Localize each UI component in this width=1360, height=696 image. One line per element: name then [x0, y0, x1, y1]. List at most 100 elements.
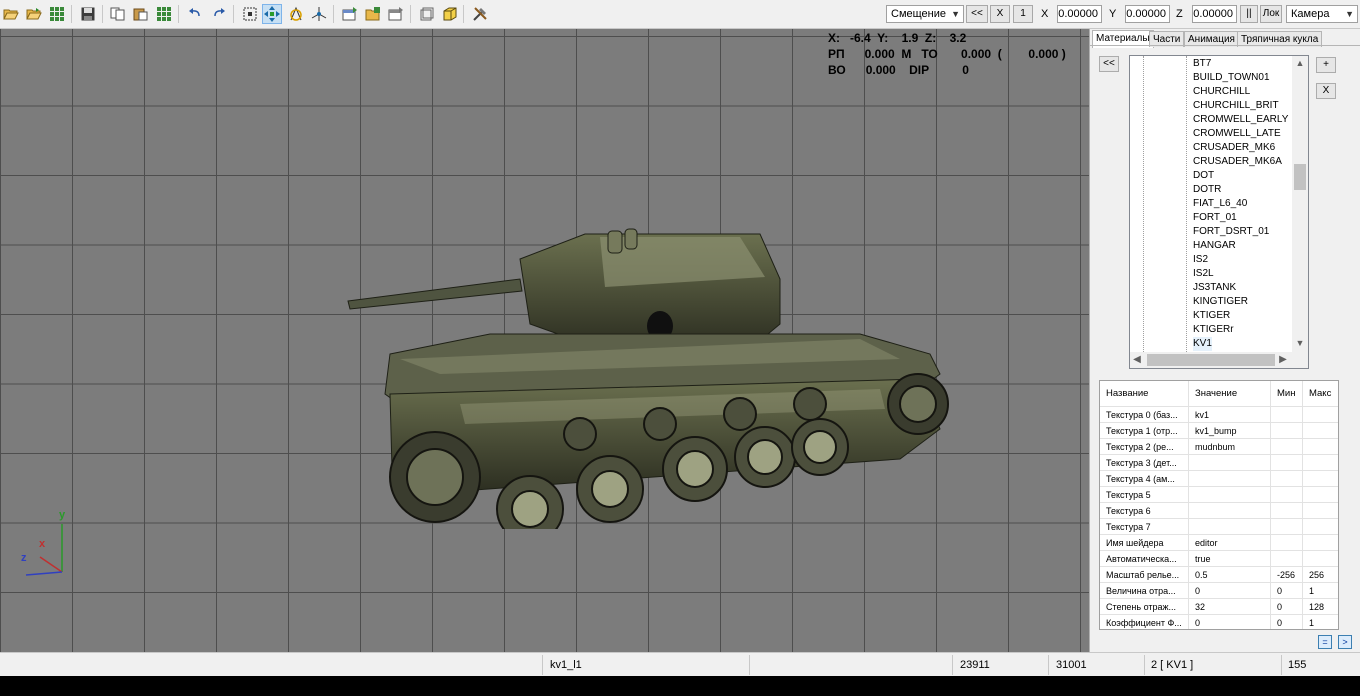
property-row[interactable]: Текстура 5 — [1100, 487, 1338, 503]
tree-item[interactable]: KINGTIGER — [1193, 295, 1248, 309]
property-row[interactable]: Текстура 6 — [1100, 503, 1338, 519]
chevron-left-icon[interactable]: ◀ — [1130, 352, 1144, 368]
tree-item[interactable]: CHURCHILL_BRIT — [1193, 99, 1279, 113]
property-value[interactable]: mudnbum — [1189, 439, 1271, 455]
property-row[interactable]: Текстура 4 (ам... — [1100, 471, 1338, 487]
tree-vertical-scrollbar[interactable]: ▲ ▼ — [1292, 56, 1308, 352]
grid-select-icon[interactable] — [154, 4, 174, 24]
property-row[interactable]: Текстура 2 (ре... mudnbum — [1100, 439, 1338, 455]
select-icon[interactable] — [240, 4, 260, 24]
tree-item[interactable]: CRUSADER_MK6A — [1193, 155, 1282, 169]
property-value[interactable]: true — [1189, 551, 1271, 567]
copy-icon[interactable] — [108, 4, 128, 24]
property-value[interactable]: 0 — [1189, 583, 1271, 599]
property-value[interactable]: editor — [1189, 535, 1271, 551]
property-row[interactable]: Имя шейдера editor — [1100, 535, 1338, 551]
rotate-icon[interactable] — [286, 4, 306, 24]
tree-item[interactable]: IS2L — [1193, 267, 1214, 281]
y-axis-label: y — [59, 509, 66, 521]
property-max: 1 — [1303, 615, 1338, 629]
collapse-button[interactable]: << — [1099, 56, 1119, 72]
mode-select[interactable]: Смещение ▼ — [886, 5, 964, 23]
property-row[interactable]: Степень отраж... 32 0 128 — [1100, 599, 1338, 615]
tree-item[interactable]: HANGAR — [1193, 239, 1236, 253]
property-value[interactable] — [1189, 471, 1271, 487]
scroll-thumb[interactable] — [1147, 354, 1275, 366]
chevron-up-icon[interactable]: ▲ — [1292, 56, 1308, 70]
camera-select[interactable]: Камера ▼ — [1286, 5, 1358, 23]
redo-icon[interactable] — [209, 4, 229, 24]
property-row[interactable]: Масштаб релье... 0.5 -256 256 — [1100, 567, 1338, 583]
tree-horizontal-scrollbar[interactable]: ◀ ▶ — [1130, 352, 1308, 368]
lock-button[interactable]: Лок — [1260, 5, 1282, 23]
property-max — [1303, 407, 1338, 423]
property-row[interactable]: Величина отра... 0 0 1 — [1100, 583, 1338, 599]
grid-icon[interactable] — [47, 4, 67, 24]
tree-item[interactable]: CRUSADER_MK6 — [1193, 141, 1275, 155]
open-file-icon[interactable] — [24, 4, 44, 24]
tank-model[interactable] — [340, 209, 970, 529]
save-icon[interactable] — [78, 4, 98, 24]
property-name: Текстура 3 (дет... — [1100, 455, 1189, 471]
property-row[interactable]: Текстура 7 — [1100, 519, 1338, 535]
frame-icon[interactable] — [417, 4, 437, 24]
property-value[interactable]: kv1_bump — [1189, 423, 1271, 439]
tree-item[interactable]: BT7 — [1193, 57, 1211, 71]
paste-icon[interactable] — [131, 4, 151, 24]
remove-button[interactable]: X — [1316, 83, 1336, 99]
property-value[interactable]: 0.5 — [1189, 567, 1271, 583]
tree-item[interactable]: FORT_DSRT_01 — [1193, 225, 1269, 239]
folder-properties-icon[interactable] — [363, 4, 383, 24]
property-value[interactable] — [1189, 455, 1271, 471]
tree-item[interactable]: CHURCHILL — [1193, 85, 1250, 99]
scale-icon[interactable] — [309, 4, 329, 24]
property-row[interactable]: Текстура 1 (отр... kv1_bump — [1100, 423, 1338, 439]
property-value[interactable]: 32 — [1189, 599, 1271, 615]
tree-item[interactable]: FORT_01 — [1193, 211, 1237, 225]
one-button[interactable]: 1 — [1013, 5, 1033, 23]
tree-item[interactable]: DOTR — [1193, 183, 1221, 197]
property-row[interactable]: Автоматическа... true — [1100, 551, 1338, 567]
3d-viewport[interactable]: X: -6.4 Y: 1.9 Z: 3.2 РП 0.000 М ТО 0.00… — [0, 29, 1089, 652]
undo-icon[interactable] — [185, 4, 205, 24]
property-row[interactable]: Текстура 3 (дет... — [1100, 455, 1338, 471]
chevron-down-icon[interactable]: ▼ — [1292, 336, 1308, 350]
tree-item[interactable]: JS3TANK — [1193, 281, 1236, 295]
tree-item[interactable]: IS2 — [1193, 253, 1208, 267]
property-value[interactable]: kv1 — [1189, 407, 1271, 423]
next-button[interactable]: > — [1338, 635, 1352, 649]
property-value[interactable] — [1189, 519, 1271, 535]
tree-item[interactable]: BUILD_TOWN01 — [1193, 71, 1270, 85]
chevron-right-icon[interactable]: ▶ — [1276, 352, 1290, 368]
pause-button[interactable]: || — [1240, 5, 1258, 23]
property-value[interactable] — [1189, 487, 1271, 503]
property-max: 128 — [1303, 599, 1338, 615]
tree-item[interactable]: CROMWELL_EARLY — [1193, 113, 1288, 127]
property-row[interactable]: Коэффициент Ф... 0 0 1 — [1100, 615, 1338, 629]
tree-item[interactable]: CROMWELL_LATE — [1193, 127, 1281, 141]
x-coord-input[interactable]: 0.00000 — [1057, 5, 1102, 23]
chevron-down-icon: ▼ — [951, 9, 960, 19]
tree-item[interactable]: KTIGERr — [1193, 323, 1234, 337]
tree-item[interactable]: KTIGER — [1193, 309, 1230, 323]
add-button[interactable]: + — [1316, 57, 1336, 73]
tools-icon[interactable] — [470, 4, 490, 24]
settings-icon[interactable] — [386, 4, 406, 24]
material-tree[interactable]: BT7 BUILD_TOWN01 CHURCHILL CHURCHILL_BRIT CR… — [1129, 55, 1309, 369]
property-value[interactable]: 0 — [1189, 615, 1271, 629]
x-axis-button[interactable]: X — [990, 5, 1010, 23]
back-button[interactable]: << — [966, 5, 988, 23]
open-folder-icon[interactable] — [1, 4, 21, 24]
cube-icon[interactable] — [440, 4, 460, 24]
property-row[interactable]: Текстура 0 (баз... kv1 — [1100, 407, 1338, 423]
tree-item[interactable]: KV1 — [1193, 337, 1212, 351]
y-coord-input[interactable]: 0.00000 — [1125, 5, 1170, 23]
tree-item[interactable]: DOT — [1193, 169, 1214, 183]
scroll-thumb[interactable] — [1294, 164, 1306, 190]
properties-icon[interactable] — [340, 4, 360, 24]
property-value[interactable] — [1189, 503, 1271, 519]
z-coord-input[interactable]: 0.00000 — [1192, 5, 1237, 23]
move-icon[interactable] — [262, 4, 282, 24]
tree-item[interactable]: FIAT_L6_40 — [1193, 197, 1247, 211]
equal-button[interactable]: = — [1318, 635, 1332, 649]
